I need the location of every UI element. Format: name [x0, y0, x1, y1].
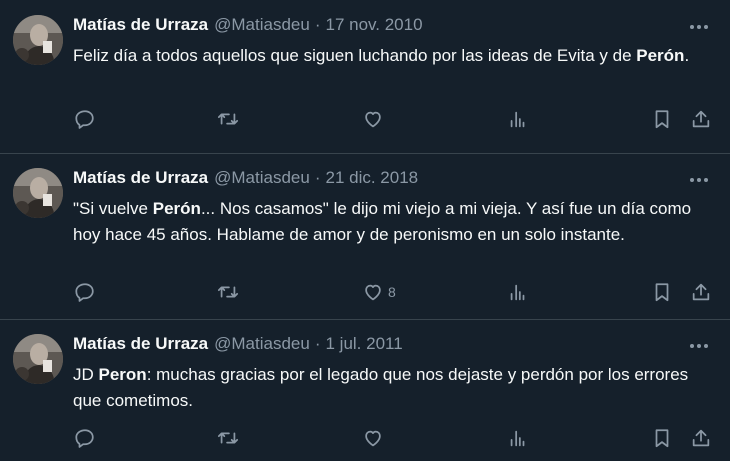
avatar-photo	[13, 334, 63, 384]
highlighted-keyword: Perón	[636, 46, 685, 65]
share-button[interactable]	[690, 425, 712, 451]
like-icon	[365, 111, 381, 128]
tweet-text-part: : muchas gracias por el legado que nos d…	[73, 365, 689, 410]
like-button[interactable]: 8	[362, 279, 396, 305]
reply-button[interactable]	[74, 106, 96, 132]
views-icon	[510, 111, 525, 128]
tweet-text-part: .	[684, 46, 690, 65]
avatar[interactable]	[13, 15, 63, 65]
tweet-date[interactable]: 17 nov. 2010	[326, 15, 423, 35]
views-button[interactable]	[507, 279, 529, 305]
tweet-text: Feliz día a todos aquellos que siguen lu…	[73, 43, 713, 69]
tweet-date[interactable]: 21 dic. 2018	[326, 168, 419, 188]
views-icon	[510, 284, 525, 301]
more-horizontal-icon	[690, 344, 708, 348]
like-icon	[365, 430, 381, 447]
author-handle[interactable]: @Matiasdeu	[214, 168, 310, 188]
retweet-icon	[217, 432, 239, 444]
tweet-feed: Matías de Urraza @Matiasdeu · 17 nov. 20…	[0, 0, 730, 461]
tweet-text-part: Feliz día a todos aquellos que siguen lu…	[73, 46, 637, 65]
separator: ·	[314, 15, 321, 34]
reply-icon	[75, 283, 94, 302]
like-count: 8	[388, 284, 396, 300]
share-button[interactable]	[690, 279, 712, 305]
avatar[interactable]	[13, 334, 63, 384]
retweet-button[interactable]	[217, 425, 239, 451]
author-handle[interactable]: @Matiasdeu	[214, 15, 310, 35]
more-options-button[interactable]	[688, 169, 710, 191]
share-icon	[692, 110, 710, 128]
avatar[interactable]	[13, 168, 63, 218]
reply-icon	[75, 429, 94, 448]
retweet-button[interactable]	[217, 106, 239, 132]
more-options-button[interactable]	[688, 16, 710, 38]
separator: ·	[314, 334, 321, 353]
reply-button[interactable]	[74, 279, 96, 305]
tweet-header: Matías de Urraza @Matiasdeu · 1 jul. 201…	[73, 334, 403, 356]
tweet-actions	[0, 106, 730, 132]
retweet-icon	[217, 113, 239, 125]
tweet-text: "Si vuelve Perón... Nos casamos" le dijo…	[73, 196, 713, 248]
avatar-photo	[13, 15, 63, 65]
tweet-header: Matías de Urraza @Matiasdeu · 17 nov. 20…	[73, 15, 423, 37]
highlighted-keyword: Perón	[152, 199, 201, 218]
bookmark-icon	[655, 110, 669, 129]
reply-icon	[75, 110, 94, 129]
author-name[interactable]: Matías de Urraza	[73, 168, 208, 188]
tweet[interactable]: Matías de Urraza @Matiasdeu · 1 jul. 201…	[0, 319, 730, 461]
author-name[interactable]: Matías de Urraza	[73, 15, 208, 35]
more-horizontal-icon	[690, 25, 708, 29]
retweet-icon	[217, 286, 239, 298]
tweet-actions	[0, 425, 730, 451]
bookmark-button[interactable]	[651, 425, 673, 451]
bookmark-button[interactable]	[651, 279, 673, 305]
tweet-text: JD Peron: muchas gracias por el legado q…	[73, 362, 713, 414]
reply-button[interactable]	[74, 425, 96, 451]
tweet-text-part: JD	[73, 365, 99, 384]
separator: ·	[314, 168, 321, 187]
bookmark-icon	[655, 283, 669, 302]
more-options-button[interactable]	[688, 335, 710, 357]
views-icon	[510, 430, 525, 447]
retweet-button[interactable]	[217, 279, 239, 305]
tweet[interactable]: Matías de Urraza @Matiasdeu · 21 dic. 20…	[0, 153, 730, 320]
more-horizontal-icon	[690, 178, 708, 182]
share-icon	[692, 429, 710, 447]
tweet-date[interactable]: 1 jul. 2011	[326, 334, 403, 354]
bookmark-icon	[655, 429, 669, 448]
avatar-photo	[13, 168, 63, 218]
highlighted-keyword: Peron	[98, 365, 147, 384]
bookmark-button[interactable]	[651, 106, 673, 132]
tweet-text-part: "Si vuelve	[73, 199, 153, 218]
tweet[interactable]: Matías de Urraza @Matiasdeu · 17 nov. 20…	[0, 0, 730, 154]
tweet-header: Matías de Urraza @Matiasdeu · 21 dic. 20…	[73, 168, 418, 190]
like-icon	[365, 284, 381, 301]
author-handle[interactable]: @Matiasdeu	[214, 334, 310, 354]
like-button[interactable]	[362, 425, 388, 451]
views-button[interactable]	[507, 106, 529, 132]
share-icon	[692, 283, 710, 301]
author-name[interactable]: Matías de Urraza	[73, 334, 208, 354]
tweet-actions: 8	[0, 279, 730, 305]
share-button[interactable]	[690, 106, 712, 132]
like-button[interactable]	[362, 106, 388, 132]
views-button[interactable]	[507, 425, 529, 451]
